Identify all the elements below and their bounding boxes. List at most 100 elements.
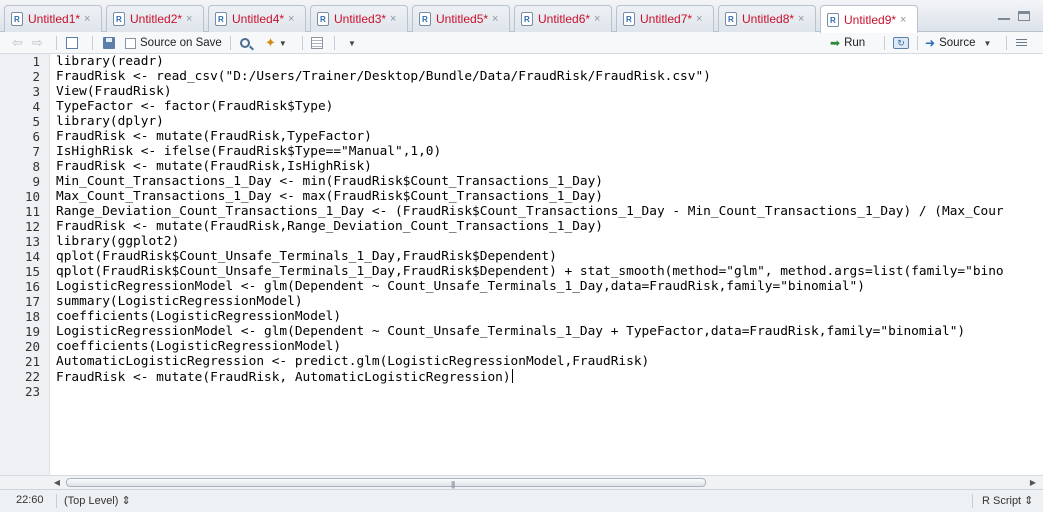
close-icon[interactable]: × <box>900 14 906 26</box>
source-arrow-icon: ➜ <box>925 36 936 50</box>
scope-selector[interactable]: (Top Level) ⇕ <box>64 494 131 507</box>
line-number: 7 <box>32 144 40 159</box>
code-line[interactable]: library(ggplot2) <box>56 234 179 249</box>
editor-tab-bar: Untitled1*×Untitled2*×Untitled4*×Untitle… <box>0 0 1043 33</box>
status-bar: 22:60 (Top Level) ⇕ R Script ⇕ <box>0 489 1043 512</box>
chevron-down-icon: ▼ <box>348 38 356 48</box>
forward-button[interactable]: ⇨ <box>32 35 43 51</box>
back-button[interactable]: ⇦ <box>12 35 23 51</box>
code-line[interactable]: LogisticRegressionModel <- glm(Dependent… <box>56 324 965 339</box>
code-line[interactable]: summary(LogisticRegressionModel) <box>56 294 303 309</box>
r-file-icon <box>215 12 227 26</box>
tab-untitled7[interactable]: Untitled7*× <box>616 5 714 32</box>
code-text: FraudRisk <- mutate(FraudRisk, Automatic… <box>56 370 511 385</box>
code-line[interactable]: Max_Count_Transactions_1_Day <- max(Frau… <box>56 189 603 204</box>
save-disk-icon <box>103 37 115 49</box>
close-icon[interactable]: × <box>288 13 294 25</box>
source-button[interactable]: ➜ Source ▼ <box>925 35 991 51</box>
line-number: 17 <box>24 294 40 309</box>
save-button[interactable] <box>103 35 115 51</box>
code-text: Max_Count_Transactions_1_Day <- max(Frau… <box>56 189 604 204</box>
tab-untitled3[interactable]: Untitled3*× <box>310 5 408 32</box>
tab-untitled9[interactable]: Untitled9*× <box>820 5 918 33</box>
code-line[interactable]: View(FraudRisk) <box>56 84 172 99</box>
line-number: 21 <box>24 354 40 369</box>
scroll-right-icon[interactable]: ▶ <box>1026 476 1040 489</box>
maximize-pane-icon[interactable] <box>1018 11 1030 21</box>
find-replace-button[interactable] <box>240 35 250 51</box>
tab-label: Untitled5* <box>436 12 489 26</box>
code-text: LogisticRegressionModel <- glm(Dependent… <box>56 279 865 294</box>
r-file-icon <box>725 12 737 26</box>
close-icon[interactable]: × <box>492 13 498 25</box>
code-line[interactable]: library(dplyr) <box>56 114 164 129</box>
code-line[interactable]: TypeFactor <- factor(FraudRisk$Type) <box>56 99 333 114</box>
outline-button[interactable] <box>1016 35 1027 51</box>
code-line[interactable]: Min_Count_Transactions_1_Day <- min(Frau… <box>56 174 603 189</box>
code-text: qplot(FraudRisk$Count_Unsafe_Terminals_1… <box>56 264 1004 279</box>
code-line[interactable]: LogisticRegressionModel <- glm(Dependent… <box>56 279 865 294</box>
code-text: library(dplyr) <box>56 114 164 129</box>
minimize-pane-icon[interactable] <box>998 16 1010 20</box>
code-line[interactable]: FraudRisk <- mutate(FraudRisk,Range_Devi… <box>56 219 603 234</box>
tab-untitled8[interactable]: Untitled8*× <box>718 5 816 32</box>
chevron-down-icon: ▼ <box>278 38 287 48</box>
code-line[interactable]: qplot(FraudRisk$Count_Unsafe_Terminals_1… <box>56 264 1004 279</box>
source-on-save-checkbox[interactable] <box>125 37 136 49</box>
more-options-button[interactable]: ▼ <box>345 35 356 51</box>
cursor-position: 22:60 <box>16 494 44 506</box>
code-line[interactable]: coefficients(LogisticRegressionModel) <box>56 339 341 354</box>
toolbar-divider <box>1006 36 1007 50</box>
close-icon[interactable]: × <box>696 13 702 25</box>
close-icon[interactable]: × <box>84 13 90 25</box>
run-button[interactable]: ➡ Run <box>830 35 865 51</box>
code-text: coefficients(LogisticRegressionModel) <box>56 309 342 324</box>
code-text: FraudRisk <- mutate(FraudRisk,IsHighRisk… <box>56 159 372 174</box>
run-label: Run <box>844 37 866 49</box>
code-line[interactable]: FraudRisk <- read_csv("D:/Users/Trainer/… <box>56 69 711 84</box>
close-icon[interactable]: × <box>594 13 600 25</box>
tab-label: Untitled8* <box>742 12 795 26</box>
show-in-window-button[interactable] <box>66 35 78 51</box>
tab-untitled5[interactable]: Untitled5*× <box>412 5 510 32</box>
code-line[interactable]: FraudRisk <- mutate(FraudRisk, Automatic… <box>56 369 513 385</box>
scroll-left-icon[interactable]: ◀ <box>50 476 64 489</box>
source-on-save-toggle[interactable]: Source on Save <box>125 35 222 51</box>
tab-untitled2[interactable]: Untitled2*× <box>106 5 204 32</box>
code-line[interactable]: FraudRisk <- mutate(FraudRisk,IsHighRisk… <box>56 159 372 174</box>
horizontal-scrollbar[interactable]: ◀ ||| ▶ <box>0 475 1043 489</box>
code-line[interactable]: qplot(FraudRisk$Count_Unsafe_Terminals_1… <box>56 249 557 264</box>
code-line[interactable]: library(readr) <box>56 54 164 69</box>
compile-report-button[interactable] <box>311 35 323 51</box>
code-text: qplot(FraudRisk$Count_Unsafe_Terminals_1… <box>56 249 557 264</box>
code-line[interactable]: Range_Deviation_Count_Transactions_1_Day… <box>56 204 1004 219</box>
line-number: 3 <box>32 84 40 99</box>
scrollbar-thumb[interactable]: ||| <box>66 478 706 489</box>
tab-untitled1[interactable]: Untitled1*× <box>4 5 102 32</box>
chevron-down-icon[interactable]: ▼ <box>984 39 992 48</box>
code-editor[interactable]: 1 2 3 4 5 6 7 8 9 10 11 12 13 14 15 16 17 18 19 20 21 22 23 li… <box>0 54 1043 475</box>
editor-toolbar: ⇦ ⇨ Source on Save ✦ ▼ ▼ ➡ Run ↻ ➜ Sourc… <box>0 32 1043 54</box>
code-line[interactable]: FraudRisk <- mutate(FraudRisk,TypeFactor… <box>56 129 372 144</box>
line-number: 22 <box>24 369 40 384</box>
close-icon[interactable]: × <box>798 13 804 25</box>
file-type-selector[interactable]: R Script ⇕ <box>982 494 1033 507</box>
code-line[interactable]: AutomaticLogisticRegression <- predict.g… <box>56 354 649 369</box>
code-text: FraudRisk <- read_csv("D:/Users/Trainer/… <box>56 69 711 84</box>
close-icon[interactable]: × <box>186 13 192 25</box>
code-tools-button[interactable]: ✦ ▼ <box>265 35 287 51</box>
close-icon[interactable]: × <box>390 13 396 25</box>
tab-untitled6[interactable]: Untitled6*× <box>514 5 612 32</box>
forward-arrow-icon: ⇨ <box>32 35 43 50</box>
tab-untitled4[interactable]: Untitled4*× <box>208 5 306 32</box>
r-file-icon <box>113 12 125 26</box>
r-file-icon <box>521 12 533 26</box>
line-number: 1 <box>32 54 40 69</box>
line-number: 18 <box>24 309 40 324</box>
tab-label: Untitled6* <box>538 12 591 26</box>
rerun-button[interactable]: ↻ <box>893 35 909 51</box>
code-line[interactable]: IsHighRisk <- ifelse(FraudRisk$Type=="Ma… <box>56 144 441 159</box>
code-line[interactable]: coefficients(LogisticRegressionModel) <box>56 309 341 324</box>
line-number-gutter: 1 2 3 4 5 6 7 8 9 10 11 12 13 14 15 16 17 18 19 20 21 22 23 <box>0 54 50 475</box>
line-number: 16 <box>24 279 40 294</box>
